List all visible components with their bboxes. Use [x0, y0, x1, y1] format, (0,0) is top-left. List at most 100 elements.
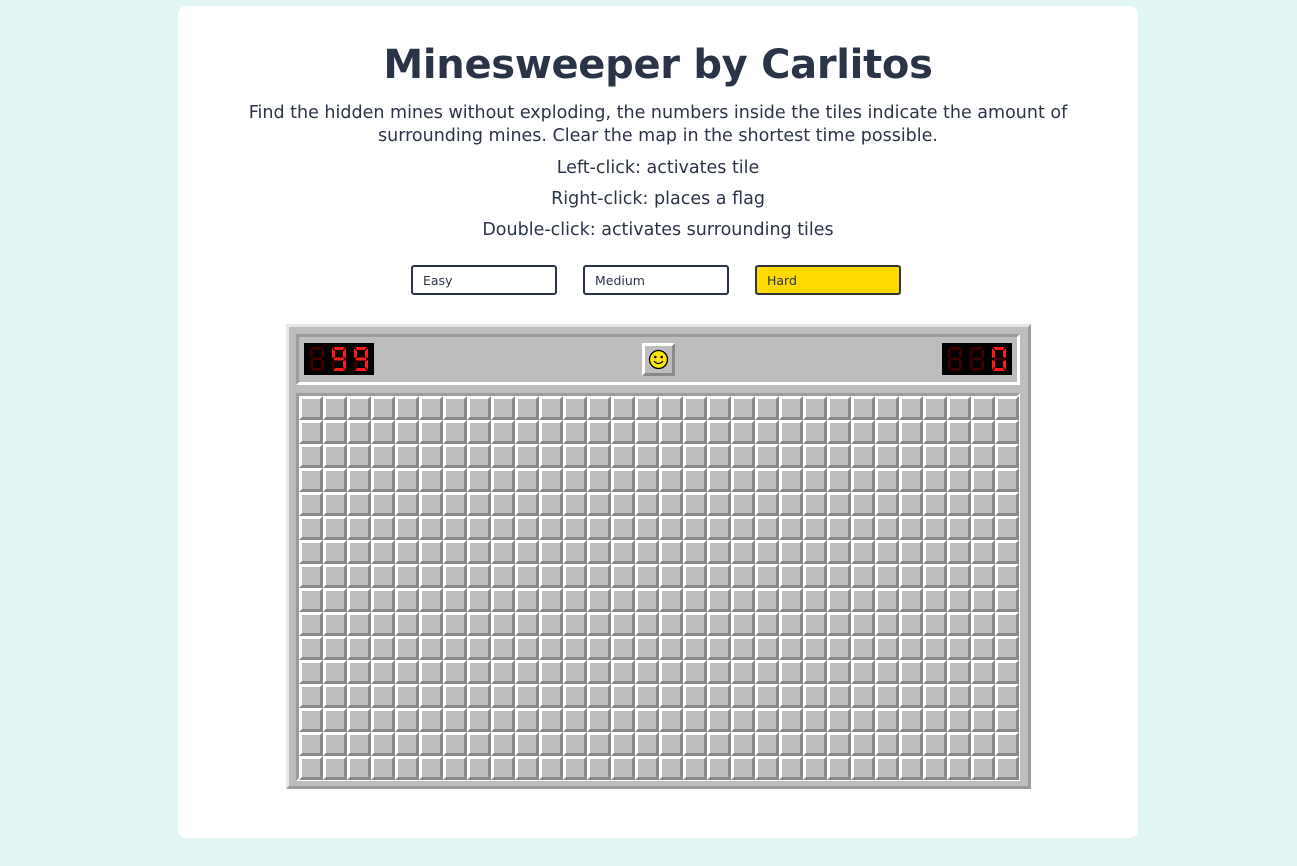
- board-tile[interactable]: [611, 468, 635, 492]
- board-tile[interactable]: [587, 492, 611, 516]
- board-tile[interactable]: [779, 420, 803, 444]
- board-tile[interactable]: [755, 612, 779, 636]
- board-tile[interactable]: [395, 636, 419, 660]
- board-tile[interactable]: [635, 420, 659, 444]
- board-tile[interactable]: [971, 444, 995, 468]
- board-tile[interactable]: [611, 612, 635, 636]
- board-tile[interactable]: [515, 732, 539, 756]
- board-tile[interactable]: [707, 420, 731, 444]
- board-tile[interactable]: [851, 564, 875, 588]
- board-tile[interactable]: [323, 468, 347, 492]
- board-tile[interactable]: [923, 492, 947, 516]
- board-tile[interactable]: [803, 684, 827, 708]
- board-tile[interactable]: [515, 516, 539, 540]
- board-tile[interactable]: [923, 732, 947, 756]
- board-tile[interactable]: [323, 540, 347, 564]
- board-tile[interactable]: [683, 684, 707, 708]
- board-tile[interactable]: [899, 420, 923, 444]
- board-tile[interactable]: [539, 588, 563, 612]
- board-tile[interactable]: [827, 756, 851, 780]
- board-tile[interactable]: [467, 468, 491, 492]
- board-tile[interactable]: [779, 660, 803, 684]
- board-tile[interactable]: [899, 708, 923, 732]
- board-tile[interactable]: [395, 420, 419, 444]
- board-tile[interactable]: [827, 492, 851, 516]
- board-tile[interactable]: [779, 468, 803, 492]
- board-tile[interactable]: [827, 468, 851, 492]
- board-tile[interactable]: [419, 612, 443, 636]
- board-tile[interactable]: [971, 612, 995, 636]
- board-tile[interactable]: [971, 492, 995, 516]
- board-tile[interactable]: [875, 420, 899, 444]
- board-tile[interactable]: [899, 732, 923, 756]
- board-tile[interactable]: [947, 492, 971, 516]
- board-tile[interactable]: [347, 708, 371, 732]
- board-tile[interactable]: [515, 564, 539, 588]
- board-tile[interactable]: [347, 588, 371, 612]
- board-tile[interactable]: [731, 444, 755, 468]
- board-tile[interactable]: [827, 684, 851, 708]
- board-tile[interactable]: [755, 492, 779, 516]
- board-tile[interactable]: [995, 540, 1019, 564]
- board-tile[interactable]: [779, 588, 803, 612]
- board-tile[interactable]: [827, 708, 851, 732]
- board-tile[interactable]: [611, 588, 635, 612]
- board-tile[interactable]: [299, 516, 323, 540]
- board-tile[interactable]: [899, 588, 923, 612]
- board-tile[interactable]: [611, 756, 635, 780]
- board-tile[interactable]: [467, 516, 491, 540]
- board-tile[interactable]: [755, 684, 779, 708]
- board-tile[interactable]: [467, 444, 491, 468]
- board-tile[interactable]: [923, 636, 947, 660]
- board-tile[interactable]: [563, 516, 587, 540]
- board-tile[interactable]: [971, 540, 995, 564]
- board-tile[interactable]: [875, 708, 899, 732]
- board-tile[interactable]: [803, 540, 827, 564]
- board-tile[interactable]: [395, 396, 419, 420]
- board-tile[interactable]: [683, 636, 707, 660]
- board-tile[interactable]: [443, 756, 467, 780]
- board-tile[interactable]: [851, 540, 875, 564]
- board-tile[interactable]: [467, 660, 491, 684]
- board-tile[interactable]: [491, 756, 515, 780]
- board-tile[interactable]: [995, 684, 1019, 708]
- board-tile[interactable]: [563, 636, 587, 660]
- board-tile[interactable]: [371, 612, 395, 636]
- board-tile[interactable]: [491, 444, 515, 468]
- board-tile[interactable]: [659, 564, 683, 588]
- board-tile[interactable]: [635, 684, 659, 708]
- board-tile[interactable]: [467, 636, 491, 660]
- board-tile[interactable]: [779, 732, 803, 756]
- board-tile[interactable]: [539, 396, 563, 420]
- board-tile[interactable]: [755, 396, 779, 420]
- board-tile[interactable]: [539, 420, 563, 444]
- board-tile[interactable]: [731, 516, 755, 540]
- board-tile[interactable]: [899, 612, 923, 636]
- board-tile[interactable]: [659, 636, 683, 660]
- board-tile[interactable]: [659, 684, 683, 708]
- board-tile[interactable]: [779, 684, 803, 708]
- board-tile[interactable]: [803, 564, 827, 588]
- board-tile[interactable]: [899, 660, 923, 684]
- board-tile[interactable]: [947, 636, 971, 660]
- board-tile[interactable]: [467, 564, 491, 588]
- board-tile[interactable]: [323, 444, 347, 468]
- board-tile[interactable]: [419, 516, 443, 540]
- board-tile[interactable]: [299, 564, 323, 588]
- board-tile[interactable]: [827, 444, 851, 468]
- board-tile[interactable]: [875, 732, 899, 756]
- board-tile[interactable]: [923, 612, 947, 636]
- board-tile[interactable]: [299, 756, 323, 780]
- board-tile[interactable]: [659, 444, 683, 468]
- board-tile[interactable]: [419, 564, 443, 588]
- board-tile[interactable]: [515, 444, 539, 468]
- board-tile[interactable]: [371, 660, 395, 684]
- board-tile[interactable]: [683, 420, 707, 444]
- board-tile[interactable]: [803, 468, 827, 492]
- board-tile[interactable]: [347, 516, 371, 540]
- board-tile[interactable]: [683, 660, 707, 684]
- board-tile[interactable]: [443, 588, 467, 612]
- board-tile[interactable]: [491, 540, 515, 564]
- board-tile[interactable]: [539, 468, 563, 492]
- board-tile[interactable]: [635, 516, 659, 540]
